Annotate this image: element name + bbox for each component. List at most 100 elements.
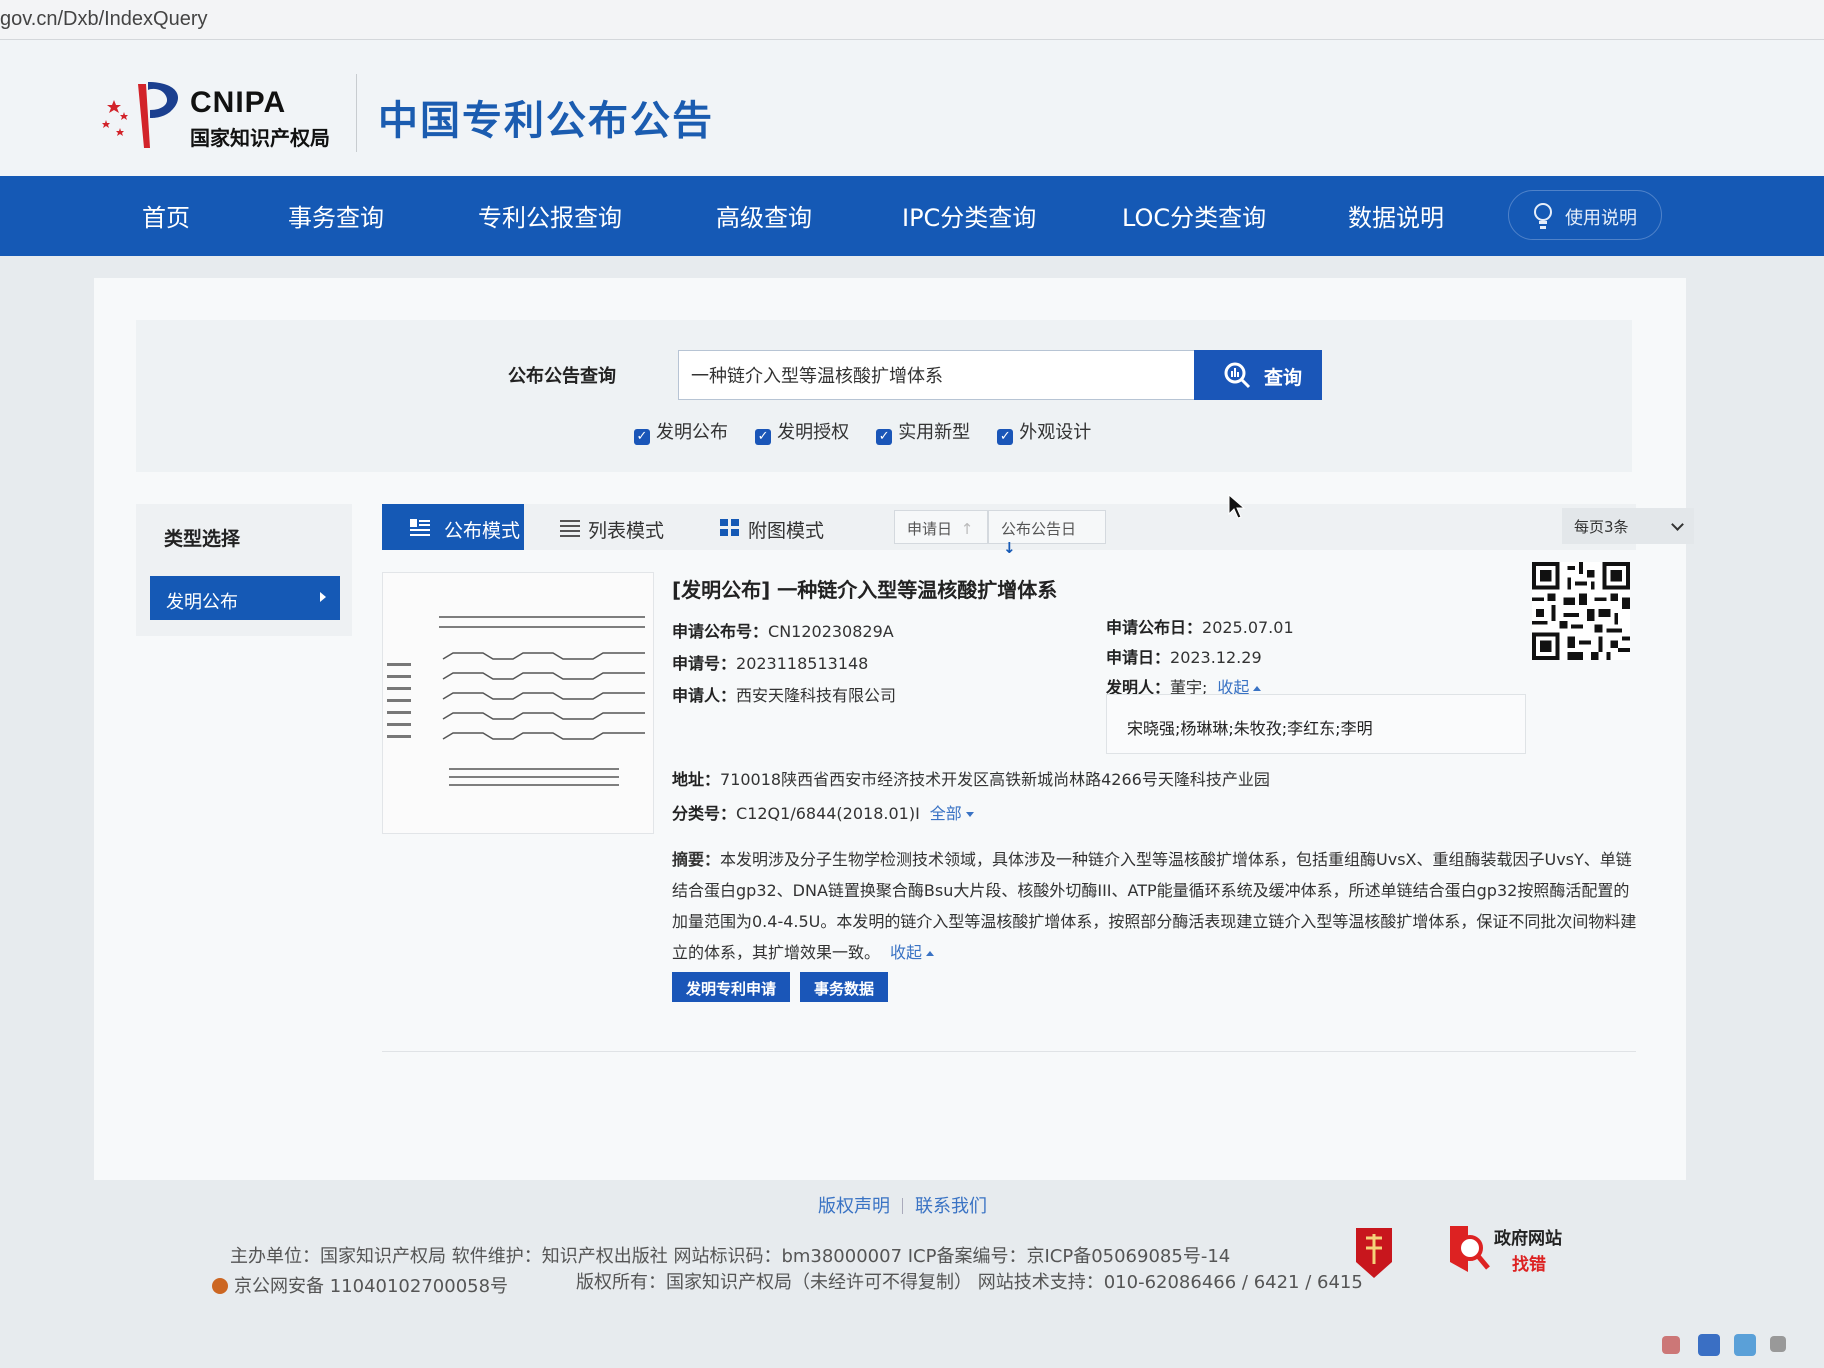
caret-up-icon bbox=[926, 951, 935, 956]
url-text[interactable]: gov.cn/Dxb/IndexQuery bbox=[0, 8, 208, 31]
sort-by-app-date[interactable]: 申请日 ↑ bbox=[894, 510, 988, 544]
applicant-value: 西安天隆科技有限公司 bbox=[736, 686, 897, 705]
sidebar-title: 类型选择 bbox=[164, 528, 241, 550]
report-error-label: 找错 bbox=[1512, 1255, 1546, 1275]
nav-item-data-desc[interactable]: 数据说明 bbox=[1348, 198, 1444, 233]
checkbox-checked-icon[interactable]: ✓ bbox=[876, 429, 893, 445]
pub-date-value: 2025.07.01 bbox=[1202, 618, 1294, 637]
checkbox-checked-icon[interactable]: ✓ bbox=[634, 429, 650, 445]
search-button-label: 查询 bbox=[1264, 367, 1303, 389]
class-all-link[interactable]: 全部 bbox=[930, 804, 974, 823]
tab-label: 列表模式 bbox=[588, 520, 665, 542]
search-icon bbox=[1224, 362, 1251, 389]
system-tray bbox=[1640, 1322, 1824, 1368]
pub-date-field: 申请公布日：2025.07.01 bbox=[1106, 618, 1294, 637]
inventor-list-box: 宋晓强;杨琳琳;朱牧孜;李红东;李明 bbox=[1106, 694, 1526, 754]
logo-text-cn: 国家知识产权局 bbox=[190, 126, 330, 150]
affair-data-button[interactable]: 事务数据 bbox=[800, 972, 889, 1002]
checkbox-checked-icon[interactable]: ✓ bbox=[997, 429, 1014, 445]
class-field: 分类号：C12Q1/6844(2018.01)I 全部 bbox=[672, 800, 974, 824]
copyright-link[interactable]: 版权声明 bbox=[818, 1196, 890, 1217]
nav-item-loc[interactable]: LOC分类查询 bbox=[1122, 198, 1266, 233]
abstract-field: 摘要：本发明涉及分子生物学检测技术领域，具体涉及一种链介入型等温核酸扩增体系，包… bbox=[672, 844, 1642, 968]
tab-figure-mode[interactable]: 附图模式 bbox=[684, 504, 834, 550]
tab-label: 附图模式 bbox=[748, 520, 825, 542]
footer-link-divider bbox=[902, 1198, 903, 1214]
network-icon[interactable] bbox=[1734, 1334, 1756, 1356]
filter-invention-grant[interactable]: ✓ 发明授权 bbox=[755, 418, 849, 445]
search-button[interactable]: 查询 bbox=[1194, 350, 1322, 400]
abstract-text: 本发明涉及分子生物学检测技术领域，具体涉及一种链介入型等温核酸扩增体系，包括重组… bbox=[672, 850, 1637, 962]
checkbox-checked-icon[interactable]: ✓ bbox=[755, 429, 772, 445]
footer-links: 版权声明 联系我们 bbox=[818, 1192, 987, 1218]
sort-by-pub-date[interactable]: 公布公告日 ↓ bbox=[988, 510, 1106, 557]
patent-figure-thumbnail[interactable] bbox=[382, 572, 654, 834]
chevron-right-icon bbox=[320, 592, 326, 602]
party-gov-badge-icon[interactable] bbox=[1352, 1224, 1396, 1280]
abstract-label: 摘要： bbox=[672, 850, 721, 869]
arrow-down-icon: ↓ bbox=[1003, 539, 1016, 557]
main-panel: 公布公告查询 查询 ✓发明公布 ✓发明授权 ✓实用新型 ✓外观设计 类型选择 发… bbox=[94, 278, 1694, 1180]
search-area: 公布公告查询 查询 ✓发明公布 ✓发明授权 ✓实用新型 ✓外观设计 bbox=[136, 320, 1632, 472]
grid-icon bbox=[720, 519, 739, 536]
footer-line-1: 主办单位：国家知识产权局 软件维护：知识产权出版社 网站标识码：bm380000… bbox=[230, 1246, 1231, 1267]
list-icon bbox=[560, 520, 580, 537]
filter-design[interactable]: ✓ 外观设计 bbox=[997, 418, 1091, 445]
footer-line-2: 版权所有：国家知识产权局（未经许可不得复制） 网站技术支持：010-620864… bbox=[576, 1272, 1363, 1293]
nav-item-gazette[interactable]: 专利公报查询 bbox=[478, 198, 622, 233]
footer-line-3: 京公网安备 11040102700058号 bbox=[212, 1272, 508, 1298]
chevron-down-icon bbox=[1671, 518, 1684, 531]
volume-icon[interactable] bbox=[1770, 1336, 1786, 1352]
magnifier-icon bbox=[1450, 1226, 1490, 1272]
site-title: 中国专利公布公告 bbox=[378, 98, 714, 144]
filter-invention-pub[interactable]: ✓ 发明公布 bbox=[634, 418, 728, 445]
site-header: CNIPA 国家知识产权局 中国专利公布公告 bbox=[0, 40, 1824, 176]
result-title[interactable]: [发明公布] 一种链介入型等温核酸扩增体系 bbox=[672, 574, 1057, 603]
mouse-cursor-icon bbox=[1228, 494, 1246, 519]
logo-text-en: CNIPA bbox=[190, 86, 287, 119]
app-date-value: 2023.12.29 bbox=[1170, 648, 1262, 667]
pub-no-field: 申请公布号：CN120230829A bbox=[672, 622, 894, 641]
tab-publication-mode[interactable]: 公布模式 bbox=[382, 504, 524, 550]
tray-app-icon[interactable] bbox=[1662, 1336, 1680, 1354]
gov-site-label: 政府网站 bbox=[1494, 1229, 1562, 1249]
lightbulb-icon bbox=[1534, 203, 1552, 229]
card-list-icon bbox=[410, 519, 430, 536]
browser-address-bar[interactable]: gov.cn/Dxb/IndexQuery bbox=[0, 0, 1824, 40]
nav-item-advanced[interactable]: 高级查询 bbox=[716, 198, 812, 233]
search-label: 公布公告查询 bbox=[508, 366, 616, 387]
tab-list-mode[interactable]: 列表模式 bbox=[524, 504, 684, 550]
type-filter-row: ✓ 发明公布 ✓ 发明授权 ✓ 实用新型 ✓ 外观设计 bbox=[634, 418, 1113, 448]
address-value: 710018陕西省西安市经济技术开发区高铁新城尚林路4266号天隆科技产业园 bbox=[720, 770, 1270, 789]
abstract-collapse-link[interactable]: 收起 bbox=[890, 943, 935, 962]
filter-utility-model[interactable]: ✓ 实用新型 bbox=[876, 418, 970, 445]
cnipa-logo[interactable]: CNIPA 国家知识产权局 bbox=[100, 78, 350, 152]
cnipa-logo-mark-icon bbox=[102, 82, 179, 148]
invention-application-button[interactable]: 发明专利申请 bbox=[672, 972, 791, 1002]
header-divider bbox=[356, 74, 357, 152]
per-page-select[interactable]: 每页3条 bbox=[1562, 508, 1694, 544]
nav-item-affairs[interactable]: 事务查询 bbox=[288, 198, 384, 233]
pub-no-value: CN120230829A bbox=[768, 622, 894, 641]
patent-figure-image bbox=[387, 616, 645, 786]
qr-code-icon[interactable] bbox=[1532, 562, 1630, 660]
inventor-list: 宋晓强;杨琳琳;朱牧孜;李红东;李明 bbox=[1127, 719, 1373, 738]
contact-link[interactable]: 联系我们 bbox=[915, 1196, 987, 1217]
address-field: 地址：710018陕西省西安市经济技术开发区高铁新城尚林路4266号天隆科技产业… bbox=[672, 770, 1270, 789]
sidebar-item-invention-pub[interactable]: 发明公布 bbox=[150, 576, 340, 620]
nav-item-ipc[interactable]: IPC分类查询 bbox=[902, 198, 1036, 233]
nav-item-home[interactable]: 首页 bbox=[142, 198, 190, 233]
police-emblem-icon bbox=[212, 1278, 228, 1294]
search-input[interactable] bbox=[678, 350, 1196, 400]
class-value: C12Q1/6844(2018.01)I bbox=[736, 804, 920, 823]
hp-icon[interactable] bbox=[1698, 1334, 1720, 1356]
gov-error-report[interactable]: 政府网站 找错 bbox=[1446, 1220, 1586, 1282]
help-button-label: 使用说明 bbox=[1565, 208, 1637, 229]
arrow-up-icon: ↑ bbox=[960, 520, 974, 538]
sidebar-item-label: 发明公布 bbox=[166, 592, 238, 613]
main-nav: 首页 事务查询 专利公报查询 高级查询 IPC分类查询 LOC分类查询 数据说明… bbox=[0, 176, 1824, 256]
app-date-field: 申请日：2023.12.29 bbox=[1106, 648, 1262, 667]
app-no-value: 2023118513148 bbox=[736, 654, 869, 673]
caret-down-icon bbox=[965, 812, 974, 817]
help-button[interactable]: 使用说明 bbox=[1508, 190, 1662, 240]
